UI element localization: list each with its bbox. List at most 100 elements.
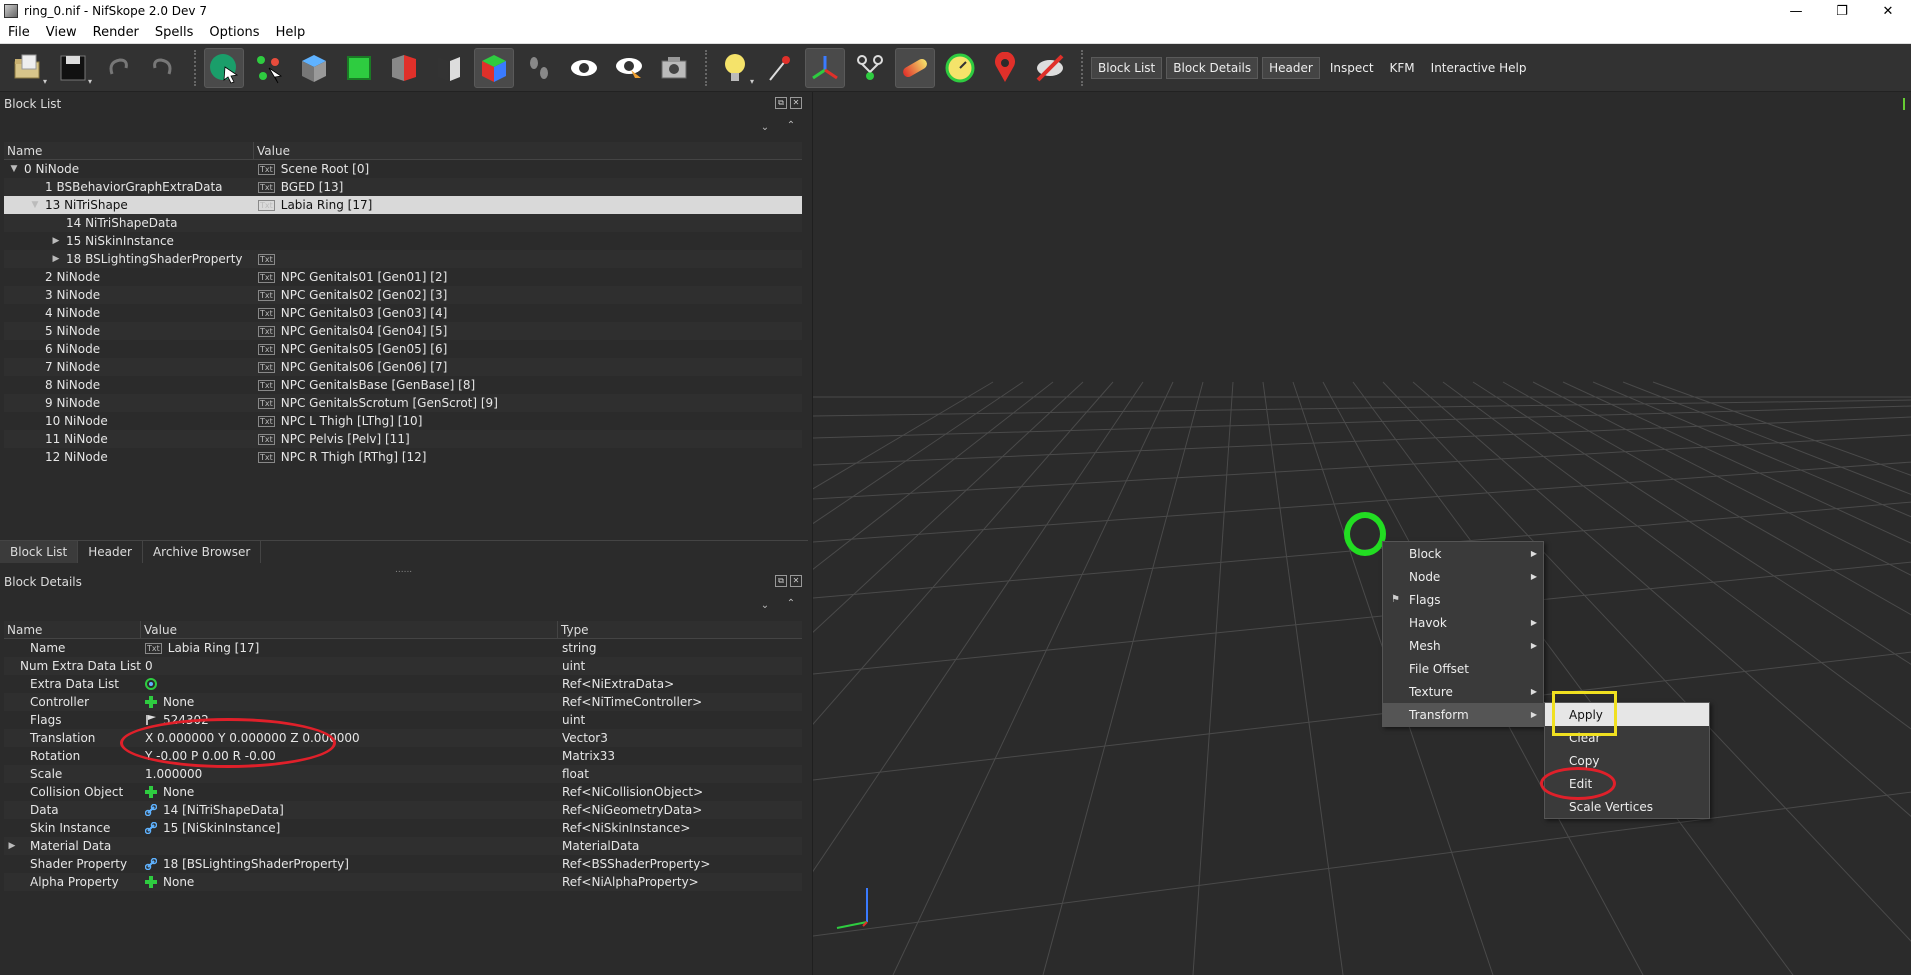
block-list-row[interactable]: 10 NiNode Txt NPC L Thigh [LThg] [10]: [4, 412, 802, 430]
block-list-row[interactable]: 4 NiNode Txt NPC Genitals03 [Gen03] [4]: [4, 304, 802, 322]
walk-mode-button[interactable]: [519, 48, 559, 88]
collapse-all-icon[interactable]: ⌄: [757, 598, 773, 614]
block-list-row[interactable]: 2 NiNode Txt NPC Genitals01 [Gen01] [2]: [4, 268, 802, 286]
expand-arrow-icon[interactable]: ▶: [50, 236, 62, 246]
tab-archive-browser[interactable]: Archive Browser: [143, 541, 262, 563]
block-details-row[interactable]: Skin Instance 15 [NiSkinInstance] Ref<NiSk…: [4, 819, 802, 837]
link-icon[interactable]: [145, 822, 157, 834]
block-list-row[interactable]: 9 NiNode Txt NPC GenitalsScrotum [GenScrot…: [4, 394, 802, 412]
close-button[interactable]: ✕: [1865, 0, 1911, 22]
float-panel-button[interactable]: ⧉: [775, 97, 787, 109]
toggle-kfm-button[interactable]: KFM: [1384, 57, 1421, 79]
block-details-row[interactable]: ▶ Material Data MaterialData: [4, 837, 802, 855]
context-menu-item-havok[interactable]: Havok ▶: [1383, 611, 1543, 634]
hide-markers-button[interactable]: [1030, 48, 1070, 88]
menu-help[interactable]: Help: [268, 25, 314, 40]
field-value[interactable]: None: [163, 875, 194, 889]
block-list-row[interactable]: ▶ 15 NiSkinInstance: [4, 232, 802, 250]
column-header-name[interactable]: Name: [4, 142, 254, 159]
context-menu-item-block[interactable]: Block ▶: [1383, 542, 1543, 565]
expand-arrow-icon[interactable]: ▼: [8, 164, 20, 174]
block-details-row[interactable]: Data 14 [NiTriShapeData] Ref<NiGeometryDat…: [4, 801, 802, 819]
view-front-button[interactable]: [339, 48, 379, 88]
show-hidden-button[interactable]: [564, 48, 604, 88]
column-header-name[interactable]: Name: [4, 621, 141, 638]
block-list-row[interactable]: ▼ 0 NiNode Txt Scene Root [0]: [4, 160, 802, 178]
view-side-button[interactable]: [384, 48, 424, 88]
show-skeleton-button[interactable]: [850, 48, 890, 88]
link-icon[interactable]: [145, 804, 157, 816]
context-menu-item-file-offset[interactable]: File Offset: [1383, 657, 1543, 680]
field-value[interactable]: None: [163, 695, 194, 709]
column-header-type[interactable]: Type: [558, 621, 802, 638]
block-details-row[interactable]: Num Extra Data List 0 uint: [4, 657, 802, 675]
menu-render[interactable]: Render: [85, 25, 147, 40]
menu-view[interactable]: View: [38, 25, 85, 40]
block-list-row[interactable]: 14 NiTriShapeData: [4, 214, 802, 232]
screenshot-button[interactable]: [654, 48, 694, 88]
menu-file[interactable]: File: [0, 25, 38, 40]
context-menu-item-texture[interactable]: Texture ▶: [1383, 680, 1543, 703]
context-menu-item-flags[interactable]: ⚑ Flags: [1383, 588, 1543, 611]
block-details-row[interactable]: Name Txt Labia Ring [17] string: [4, 639, 802, 657]
toggle-header-button[interactable]: Header: [1262, 56, 1320, 79]
block-details-row[interactable]: Collision Object None Ref<NiCollisionObjec…: [4, 783, 802, 801]
show-marked-button[interactable]: [609, 48, 649, 88]
column-header-value[interactable]: Value: [141, 621, 558, 638]
toggle-inspect-button[interactable]: Inspect: [1324, 57, 1380, 79]
field-value[interactable]: 15 [NiSkinInstance]: [163, 821, 280, 835]
float-panel-button[interactable]: ⧉: [775, 575, 787, 587]
context-menu-item-node[interactable]: Node ▶: [1383, 565, 1543, 588]
show-axes-button[interactable]: [760, 48, 800, 88]
select-vertex-button[interactable]: [249, 48, 289, 88]
show-collision-button[interactable]: [940, 48, 980, 88]
view-user-button[interactable]: [474, 47, 514, 88]
ring-mesh-object[interactable]: [1344, 512, 1386, 556]
block-list-row[interactable]: 5 NiNode Txt NPC Genitals04 [Gen04] [5]: [4, 322, 802, 340]
undo-button[interactable]: [98, 48, 138, 88]
minimize-button[interactable]: —: [1773, 0, 1819, 22]
collapse-all-icon[interactable]: ⌄: [757, 120, 773, 136]
field-value[interactable]: 0: [145, 659, 153, 673]
add-plus-icon[interactable]: [145, 696, 157, 708]
block-list-row[interactable]: ▶ 18 BSLightingShaderProperty Txt: [4, 250, 802, 268]
block-details-row[interactable]: Alpha Property None Ref<NiAlphaProperty>: [4, 873, 802, 891]
close-panel-button[interactable]: ✕: [790, 97, 802, 109]
block-list-row[interactable]: 7 NiNode Txt NPC Genitals06 [Gen06] [7]: [4, 358, 802, 376]
field-value[interactable]: 1.000000: [145, 767, 202, 781]
view-flip-button[interactable]: [429, 48, 469, 88]
add-plus-icon[interactable]: [145, 876, 157, 888]
block-list-row[interactable]: 6 NiNode Txt NPC Genitals05 [Gen05] [6]: [4, 340, 802, 358]
column-header-value[interactable]: Value: [254, 142, 802, 159]
close-panel-button[interactable]: ✕: [790, 575, 802, 587]
field-value[interactable]: None: [163, 785, 194, 799]
toggle-block-list-button[interactable]: Block List: [1091, 56, 1163, 79]
field-value[interactable]: 18 [BSLightingShaderProperty]: [163, 857, 349, 871]
field-value[interactable]: 14 [NiTriShapeData]: [163, 803, 284, 817]
block-list-row[interactable]: ▼ 13 NiTriShape Txt Labia Ring [17]: [4, 196, 802, 214]
field-value[interactable]: Labia Ring [17]: [168, 641, 260, 655]
block-list-row[interactable]: 12 NiNode Txt NPC R Thigh [RThg] [12]: [4, 448, 802, 466]
tab-block-list[interactable]: Block List: [0, 541, 79, 563]
toggle-block-details-button[interactable]: Block Details: [1166, 56, 1259, 79]
open-file-button[interactable]: ▾: [8, 48, 48, 88]
toggle-interactive-help-button[interactable]: Interactive Help: [1425, 57, 1533, 79]
block-list-row[interactable]: 1 BSBehaviorGraphExtraData Txt BGED [13]: [4, 178, 802, 196]
block-details-row[interactable]: Shader Property 18 [BSLightingShaderPrope…: [4, 855, 802, 873]
tab-header[interactable]: Header: [78, 541, 143, 563]
view-top-button[interactable]: [294, 48, 334, 88]
context-menu-item-transform[interactable]: Transform ▶: [1383, 703, 1543, 726]
expand-all-icon[interactable]: ⌃: [783, 596, 799, 612]
restore-button[interactable]: ❐: [1819, 0, 1865, 22]
menu-spells[interactable]: Spells: [147, 25, 202, 40]
redo-button[interactable]: [143, 48, 183, 88]
link-icon[interactable]: [145, 858, 157, 870]
expand-all-icon[interactable]: ⌃: [783, 118, 799, 134]
select-object-button[interactable]: [204, 47, 244, 88]
context-menu-item-mesh[interactable]: Mesh ▶: [1383, 634, 1543, 657]
show-markers-button[interactable]: [985, 48, 1025, 88]
show-constraints-button[interactable]: [895, 47, 935, 88]
expand-arrow-icon[interactable]: ▶: [50, 254, 62, 264]
menu-options[interactable]: Options: [201, 25, 267, 40]
block-details-row[interactable]: Extra Data List Ref<NiExtraData>: [4, 675, 802, 693]
